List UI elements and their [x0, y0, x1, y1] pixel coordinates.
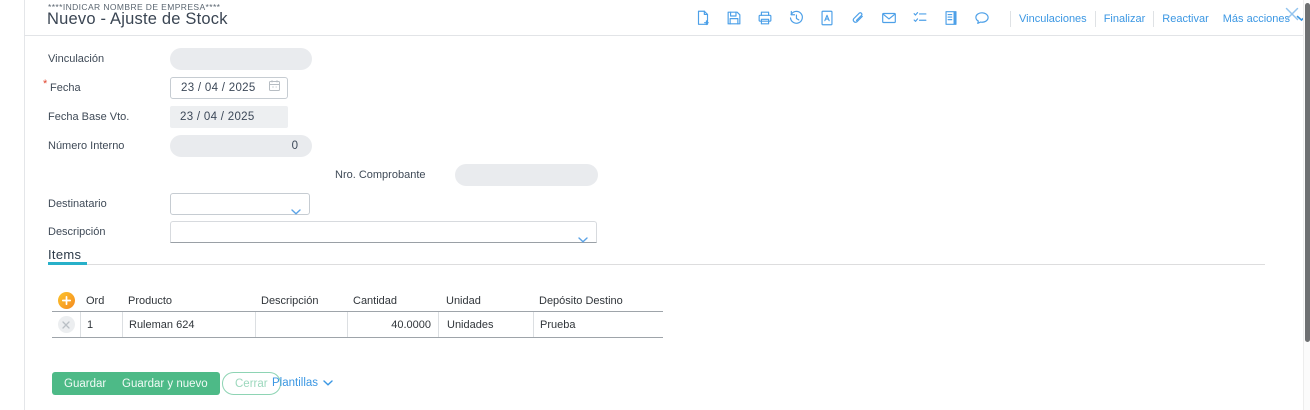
- text-document-icon[interactable]: [818, 9, 836, 27]
- vinculacion-label: Vinculación: [48, 53, 105, 65]
- add-row-icon[interactable]: [57, 292, 75, 309]
- vinculacion-input: [170, 48, 312, 70]
- delete-row-icon[interactable]: [57, 316, 75, 333]
- nro-comprobante-input: [455, 164, 598, 186]
- column-header-unidad: Unidad: [446, 294, 481, 307]
- save-icon[interactable]: [725, 9, 743, 27]
- header-actions: Vinculaciones Finalizar Reactivar Más ac…: [1002, 11, 1307, 27]
- history-icon[interactable]: [787, 9, 805, 27]
- cell-deposito-destino[interactable]: Prueba: [533, 312, 663, 337]
- column-header-cantidad: Cantidad: [353, 294, 398, 307]
- stock-adjustment-window: ****INDICAR NOMBRE DE EMPRESA**** Nuevo …: [0, 0, 1310, 410]
- journal-icon[interactable]: [942, 9, 960, 27]
- email-icon[interactable]: [880, 9, 898, 27]
- chevron-down-icon: [291, 202, 301, 220]
- close-icon[interactable]: [1284, 6, 1302, 24]
- required-asterisk: *: [43, 78, 48, 90]
- items-table-header: Ord Producto Descripción Cantidad Unidad…: [52, 290, 663, 312]
- print-icon[interactable]: [756, 9, 774, 27]
- column-header-ord: Ord: [86, 294, 105, 307]
- separator: [1153, 11, 1155, 27]
- numero-interno-label: Número Interno: [48, 140, 125, 152]
- fecha-label: Fecha: [50, 82, 81, 94]
- numero-interno-input: 0: [170, 135, 312, 157]
- chevron-down-icon: [578, 230, 588, 248]
- scrollbar-thumb[interactable]: [1305, 3, 1310, 342]
- cell-descripcion[interactable]: [255, 312, 347, 337]
- column-header-descripcion: Descripción: [261, 294, 319, 307]
- descripcion-combobox[interactable]: [170, 221, 597, 243]
- vinculaciones-link[interactable]: Vinculaciones: [1019, 13, 1087, 25]
- checklist-icon[interactable]: [911, 9, 929, 27]
- items-table: Ord Producto Descripción Cantidad Unidad…: [52, 290, 663, 338]
- calendar-icon[interactable]: [268, 79, 281, 97]
- new-document-icon[interactable]: [694, 9, 712, 27]
- column-header-deposito-destino: Depósito Destino: [539, 294, 623, 307]
- attachment-icon[interactable]: [849, 9, 867, 27]
- fecha-value: 23 / 04 / 2025: [181, 82, 256, 94]
- plantillas-label: Plantillas: [272, 377, 319, 389]
- toolbar: [694, 9, 991, 27]
- column-header-producto: Producto: [128, 294, 173, 307]
- cell-ord: 1: [80, 312, 122, 337]
- fecha-base-value: 23 / 04 / 2025: [180, 111, 255, 123]
- cell-unidad[interactable]: Unidades: [438, 312, 533, 337]
- fecha-base-label: Fecha Base Vto.: [48, 111, 130, 123]
- tab-items[interactable]: Items: [48, 247, 81, 262]
- descripcion-label: Descripción: [48, 226, 106, 238]
- table-row: 1 Ruleman 624 40.0000 Unidades Prueba: [52, 312, 663, 338]
- vertical-scrollbar[interactable]: [1303, 0, 1310, 410]
- tabs-divider: [48, 264, 1265, 265]
- page-title: Nuevo - Ajuste de Stock: [47, 10, 228, 28]
- reactivar-link[interactable]: Reactivar: [1162, 13, 1208, 25]
- cell-cantidad[interactable]: 40.0000: [347, 312, 438, 337]
- cell-producto[interactable]: Ruleman 624: [122, 312, 255, 337]
- fecha-base-input: 23 / 04 / 2025: [170, 106, 288, 128]
- nro-comprobante-label: Nro. Comprobante: [335, 169, 426, 181]
- panel-left-border: [24, 0, 25, 410]
- fecha-input[interactable]: 23 / 04 / 2025: [170, 77, 288, 99]
- destinatario-select[interactable]: [170, 193, 310, 215]
- chevron-down-icon: [323, 377, 333, 389]
- guardar-button[interactable]: Guardar: [52, 372, 119, 395]
- destinatario-label: Destinatario: [48, 198, 107, 210]
- guardar-y-nuevo-button[interactable]: Guardar y nuevo: [110, 372, 220, 395]
- mas-acciones-label: Más acciones: [1222, 13, 1290, 25]
- tab-items-underline: [48, 262, 87, 265]
- separator: [1094, 11, 1096, 27]
- header-divider: [24, 35, 1310, 36]
- finalizar-link[interactable]: Finalizar: [1104, 13, 1146, 25]
- comment-icon[interactable]: [973, 9, 991, 27]
- separator: [1010, 11, 1011, 27]
- plantillas-menu[interactable]: Plantillas: [272, 377, 333, 389]
